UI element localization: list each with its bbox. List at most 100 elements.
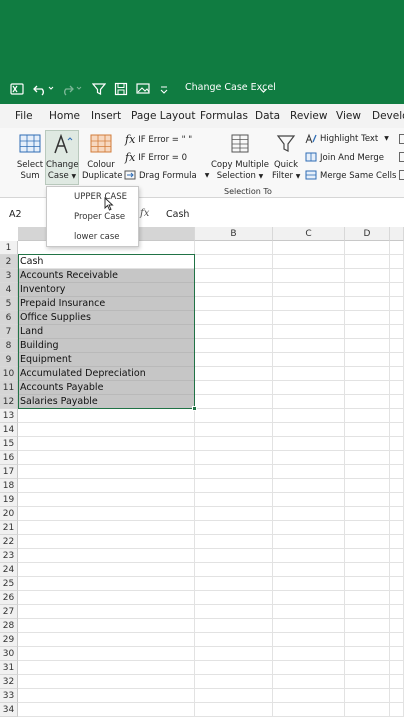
- formula-input[interactable]: Cash: [166, 209, 189, 220]
- undo-icon[interactable]: [33, 80, 55, 98]
- cell[interactable]: [345, 297, 390, 311]
- cell[interactable]: [345, 689, 390, 703]
- cell-a[interactable]: [18, 451, 195, 465]
- cell[interactable]: [195, 521, 273, 535]
- cell[interactable]: [195, 661, 273, 675]
- cell[interactable]: [390, 255, 404, 269]
- cell[interactable]: [390, 269, 404, 283]
- cell[interactable]: [195, 703, 273, 717]
- row-header[interactable]: 30: [0, 647, 18, 661]
- cell-a[interactable]: Office Supplies: [18, 311, 195, 325]
- row-header[interactable]: 11: [0, 381, 18, 395]
- merge-same-cells-button[interactable]: Merge Same Cells: [305, 170, 396, 181]
- cell[interactable]: [195, 577, 273, 591]
- cell[interactable]: [195, 605, 273, 619]
- cell[interactable]: [273, 367, 345, 381]
- row-header[interactable]: 8: [0, 339, 18, 353]
- cell[interactable]: [273, 661, 345, 675]
- row-header[interactable]: 24: [0, 563, 18, 577]
- cell[interactable]: [390, 703, 404, 717]
- cell[interactable]: [195, 241, 273, 255]
- cell[interactable]: [390, 605, 404, 619]
- row-header[interactable]: 16: [0, 451, 18, 465]
- cell[interactable]: [195, 493, 273, 507]
- cell[interactable]: [345, 269, 390, 283]
- cell[interactable]: [390, 535, 404, 549]
- tab-home[interactable]: Home: [49, 110, 80, 122]
- cell[interactable]: [273, 703, 345, 717]
- cell-a[interactable]: Equipment: [18, 353, 195, 367]
- cell[interactable]: [390, 647, 404, 661]
- cell[interactable]: [195, 367, 273, 381]
- cell[interactable]: [390, 311, 404, 325]
- cell-a[interactable]: [18, 507, 195, 521]
- cell[interactable]: [390, 507, 404, 521]
- row-header[interactable]: 5: [0, 297, 18, 311]
- save-icon[interactable]: [114, 80, 128, 98]
- cell[interactable]: [195, 339, 273, 353]
- row-header[interactable]: 12: [0, 395, 18, 409]
- cell[interactable]: [195, 353, 273, 367]
- cell[interactable]: [273, 521, 345, 535]
- cell[interactable]: [273, 297, 345, 311]
- cell[interactable]: [345, 507, 390, 521]
- cell[interactable]: [390, 689, 404, 703]
- row-header[interactable]: 7: [0, 325, 18, 339]
- cell[interactable]: [390, 451, 404, 465]
- cell[interactable]: [273, 619, 345, 633]
- cell[interactable]: [195, 633, 273, 647]
- tab-page-layout[interactable]: Page Layout: [131, 110, 195, 122]
- cell[interactable]: [273, 255, 345, 269]
- cell-a[interactable]: [18, 409, 195, 423]
- cell-a[interactable]: [18, 605, 195, 619]
- if-error-blank-button[interactable]: fx IF Error = " ": [125, 133, 192, 146]
- chevron-down-icon[interactable]: [259, 81, 268, 99]
- cell[interactable]: [195, 465, 273, 479]
- row-header[interactable]: 21: [0, 521, 18, 535]
- cell[interactable]: [345, 325, 390, 339]
- cell[interactable]: [195, 325, 273, 339]
- cell[interactable]: [273, 311, 345, 325]
- cell[interactable]: [273, 451, 345, 465]
- cell[interactable]: [390, 409, 404, 423]
- filter-icon[interactable]: [92, 80, 106, 98]
- cell-a[interactable]: Land: [18, 325, 195, 339]
- cell[interactable]: [345, 549, 390, 563]
- row-header[interactable]: 3: [0, 269, 18, 283]
- overflow-icon[interactable]: [399, 170, 404, 180]
- cell-a[interactable]: [18, 591, 195, 605]
- cell[interactable]: [390, 577, 404, 591]
- tab-formulas[interactable]: Formulas: [200, 110, 248, 122]
- cell[interactable]: [345, 255, 390, 269]
- cell-a[interactable]: [18, 633, 195, 647]
- menu-item-proper-case[interactable]: Proper Case: [47, 208, 138, 226]
- cell[interactable]: [345, 535, 390, 549]
- cell[interactable]: [195, 423, 273, 437]
- cell[interactable]: [195, 381, 273, 395]
- cell[interactable]: [345, 451, 390, 465]
- cell[interactable]: [345, 241, 390, 255]
- cell-a[interactable]: [18, 619, 195, 633]
- cell[interactable]: [390, 381, 404, 395]
- row-header[interactable]: 32: [0, 675, 18, 689]
- cell[interactable]: [273, 591, 345, 605]
- cell[interactable]: [390, 395, 404, 409]
- cell-a[interactable]: Accounts Receivable: [18, 269, 195, 283]
- cell[interactable]: [195, 689, 273, 703]
- cell[interactable]: [345, 353, 390, 367]
- change-case-button[interactable]: Change Case ▼: [45, 130, 79, 185]
- cell-a[interactable]: Inventory: [18, 283, 195, 297]
- cell-a[interactable]: [18, 563, 195, 577]
- tab-review[interactable]: Review: [290, 110, 327, 122]
- highlight-text-button[interactable]: Highlight Text ▼: [305, 133, 389, 144]
- quick-filter-button[interactable]: Quick Filter ▼: [272, 134, 300, 182]
- cell-a[interactable]: [18, 479, 195, 493]
- cell[interactable]: [345, 633, 390, 647]
- row-header[interactable]: 29: [0, 633, 18, 647]
- cell[interactable]: [195, 675, 273, 689]
- cell-a[interactable]: Accumulated Depreciation: [18, 367, 195, 381]
- redo-icon[interactable]: [62, 80, 84, 98]
- cell[interactable]: [195, 437, 273, 451]
- if-error-zero-button[interactable]: fx IF Error = 0: [125, 151, 187, 164]
- cell[interactable]: [195, 647, 273, 661]
